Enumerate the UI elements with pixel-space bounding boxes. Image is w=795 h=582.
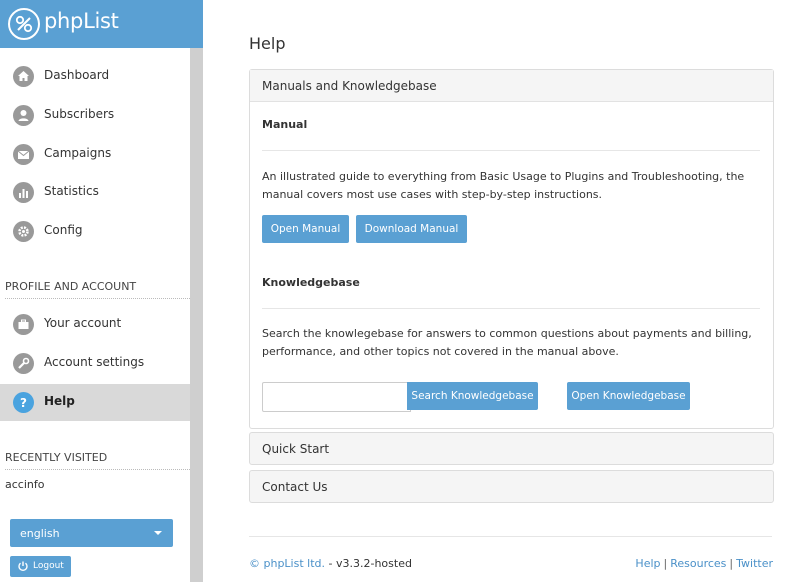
svg-text:?: ? bbox=[20, 396, 27, 410]
question-icon: ? bbox=[13, 392, 34, 413]
logout-label: Logout bbox=[33, 561, 64, 571]
contact-us-title: Contact Us bbox=[262, 480, 328, 494]
language-select[interactable]: english bbox=[10, 519, 173, 547]
sidebar-item-label: Your account bbox=[44, 316, 122, 330]
open-knowledgebase-button[interactable]: Open Knowledgebase bbox=[567, 382, 690, 410]
brand-name: phpList bbox=[44, 9, 119, 33]
page-title: Help bbox=[249, 34, 286, 53]
sidebar-item-statistics[interactable]: Statistics bbox=[0, 174, 190, 211]
sidebar-item-dashboard[interactable]: Dashboard bbox=[0, 58, 190, 95]
brand-header[interactable]: phpList bbox=[0, 0, 203, 48]
sidebar-item-label: Subscribers bbox=[44, 107, 115, 121]
phplist-logo-icon bbox=[8, 8, 40, 40]
briefcase-icon bbox=[13, 314, 34, 335]
footer-copyright: © phpList ltd. - v3.3.2-hosted bbox=[249, 557, 412, 570]
logout-button[interactable]: Logout bbox=[10, 556, 71, 577]
search-knowledgebase-button[interactable]: Search Knowledgebase bbox=[407, 382, 538, 410]
contact-us-panel[interactable]: Contact Us bbox=[249, 470, 774, 503]
download-manual-button[interactable]: Download Manual bbox=[356, 215, 467, 243]
recent-section-heading: RECENTLY VISITED bbox=[5, 451, 190, 470]
home-icon bbox=[13, 66, 34, 87]
gear-icon bbox=[13, 221, 34, 242]
manual-description: An illustrated guide to everything from … bbox=[262, 170, 745, 201]
sidebar-item-label: Dashboard bbox=[44, 68, 110, 82]
knowledgebase-search-input[interactable] bbox=[262, 382, 411, 412]
sidebar-item-label: Account settings bbox=[44, 355, 145, 369]
sidebar-item-label: Statistics bbox=[44, 184, 99, 198]
footer-resources-link[interactable]: Resources bbox=[670, 557, 726, 570]
wrench-icon bbox=[13, 353, 34, 374]
sidebar-item-your-account[interactable]: Your account bbox=[0, 306, 190, 343]
version-text: - v3.3.2-hosted bbox=[325, 557, 412, 570]
quick-start-title: Quick Start bbox=[262, 442, 330, 456]
manual-heading: Manual bbox=[262, 118, 308, 131]
sidebar-scrollbar[interactable] bbox=[190, 48, 203, 582]
manuals-panel: Manuals and Knowledgebase Manual An illu… bbox=[249, 69, 774, 429]
language-value: english bbox=[20, 527, 60, 540]
manuals-panel-header[interactable]: Manuals and Knowledgebase bbox=[250, 70, 773, 102]
sidebar-item-help[interactable]: ? Help bbox=[0, 384, 190, 421]
footer-links: Help | Resources | Twitter bbox=[635, 557, 773, 570]
sidebar-item-account-settings[interactable]: Account settings bbox=[0, 345, 190, 382]
recent-item-accinfo[interactable]: accinfo bbox=[5, 478, 44, 491]
sidebar-item-subscribers[interactable]: Subscribers bbox=[0, 97, 190, 134]
footer-divider bbox=[249, 536, 772, 537]
bar-chart-icon bbox=[13, 182, 34, 203]
knowledgebase-heading: Knowledgebase bbox=[262, 276, 360, 289]
sidebar: phpList Dashboard Subscribers Campaigns … bbox=[0, 0, 203, 582]
open-manual-button[interactable]: Open Manual bbox=[262, 215, 349, 243]
footer-twitter-link[interactable]: Twitter bbox=[736, 557, 773, 570]
user-icon bbox=[13, 105, 34, 126]
sidebar-item-campaigns[interactable]: Campaigns bbox=[0, 136, 190, 173]
power-icon bbox=[18, 561, 28, 572]
envelope-icon bbox=[13, 144, 34, 165]
phplist-link[interactable]: © phpList ltd. bbox=[249, 557, 325, 570]
profile-section-heading: PROFILE AND ACCOUNT bbox=[5, 280, 190, 299]
sidebar-item-label: Help bbox=[44, 394, 75, 408]
quick-start-panel[interactable]: Quick Start bbox=[249, 432, 774, 465]
knowledgebase-description: Search the knowlegebase for answers to c… bbox=[262, 327, 752, 358]
divider bbox=[262, 150, 760, 151]
divider bbox=[262, 308, 760, 309]
footer-help-link[interactable]: Help bbox=[635, 557, 660, 570]
sidebar-item-label: Config bbox=[44, 223, 83, 237]
panel-title: Manuals and Knowledgebase bbox=[262, 79, 437, 93]
sidebar-item-label: Campaigns bbox=[44, 146, 112, 160]
sidebar-item-config[interactable]: Config bbox=[0, 213, 190, 250]
caret-down-icon bbox=[154, 531, 162, 535]
